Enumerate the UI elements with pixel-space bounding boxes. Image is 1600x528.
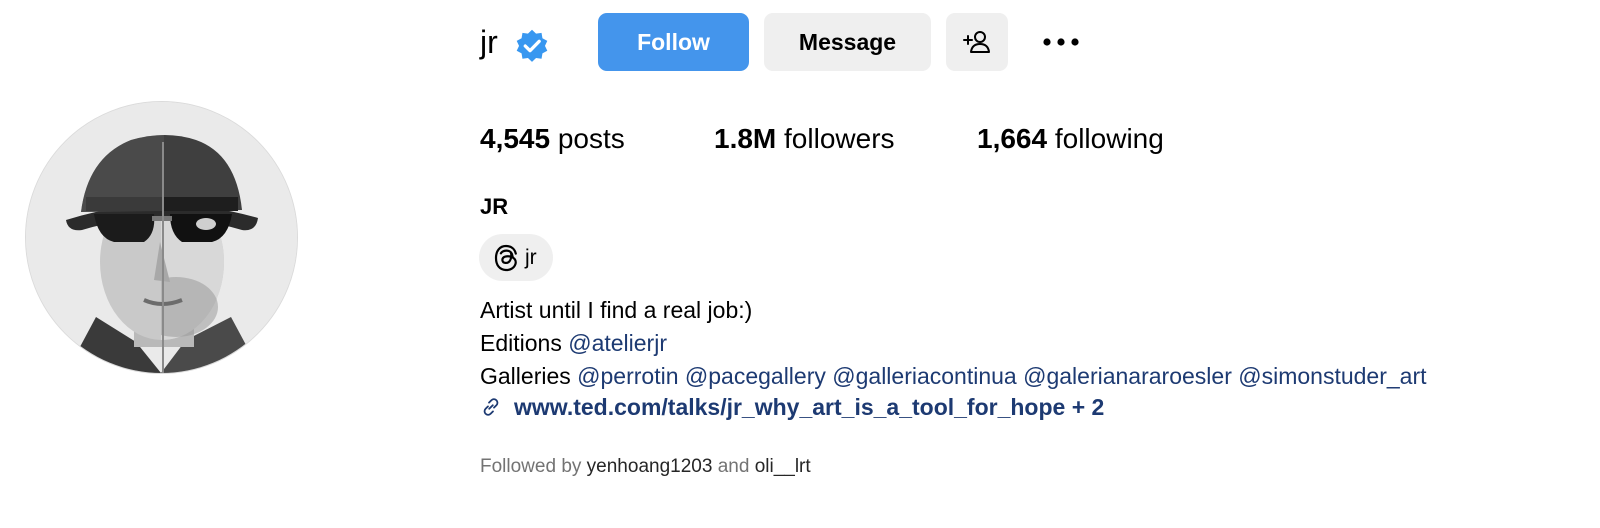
mention-link[interactable]: @perrotin (577, 363, 678, 389)
bio-line-3: Galleries @perrotin @pacegallery @galler… (480, 360, 1427, 393)
followers-count: 1.8M (714, 123, 777, 154)
message-button[interactable]: Message (764, 13, 931, 71)
mention-link[interactable]: @galerianararoesler (1023, 363, 1232, 389)
avatar-portrait-image (26, 102, 297, 373)
posts-count: 4,545 (480, 123, 551, 154)
threads-icon (494, 244, 517, 271)
add-person-icon (963, 31, 990, 53)
mention-link[interactable]: @simonstuder_art (1238, 363, 1426, 389)
following-stat[interactable]: 1,664 following (977, 120, 1164, 158)
external-link-text[interactable]: www.ted.com/talks/jr_why_art_is_a_tool_f… (514, 392, 1104, 422)
mention-link[interactable]: @atelierjr (568, 330, 667, 356)
more-options-button[interactable] (1035, 20, 1087, 64)
posts-label: posts (557, 123, 625, 154)
mention-link[interactable]: @galleriacontinua (832, 363, 1016, 389)
follower-username[interactable]: yenhoang1203 (587, 456, 713, 477)
bio-galleries-label: Galleries (480, 363, 571, 389)
more-options-icon (1043, 38, 1079, 46)
followed-by: Followed by yenhoang1203 and oli__lrt (480, 454, 811, 480)
threads-badge[interactable]: jr (479, 234, 553, 281)
threads-handle: jr (525, 245, 537, 269)
verified-badge-icon (516, 29, 548, 62)
follower-username[interactable]: oli__lrt (755, 456, 811, 477)
external-link[interactable]: www.ted.com/talks/jr_why_art_is_a_tool_f… (480, 392, 1104, 422)
bio-editions-label: Editions (480, 330, 562, 356)
link-icon (483, 398, 499, 416)
followers-stat[interactable]: 1.8M followers (714, 120, 895, 158)
follow-button[interactable]: Follow (598, 13, 749, 71)
profile-username: jr (480, 24, 498, 60)
bio-line-2: Editions @atelierjr (480, 327, 1427, 360)
profile-full-name: JR (480, 194, 509, 219)
suggested-accounts-button[interactable] (946, 13, 1008, 71)
mention-link[interactable]: @pacegallery (685, 363, 826, 389)
bio-line-1: Artist until I find a real job:) (480, 297, 753, 323)
following-label: following (1054, 123, 1164, 154)
posts-stat: 4,545 posts (480, 120, 625, 158)
profile-avatar[interactable] (25, 101, 298, 374)
followed-by-prefix: Followed by (480, 456, 582, 477)
followers-label: followers (784, 123, 895, 154)
followed-by-joiner: and (717, 456, 750, 477)
following-count: 1,664 (977, 123, 1048, 154)
profile-bio: Artist until I find a real job:) Edition… (480, 294, 1427, 393)
